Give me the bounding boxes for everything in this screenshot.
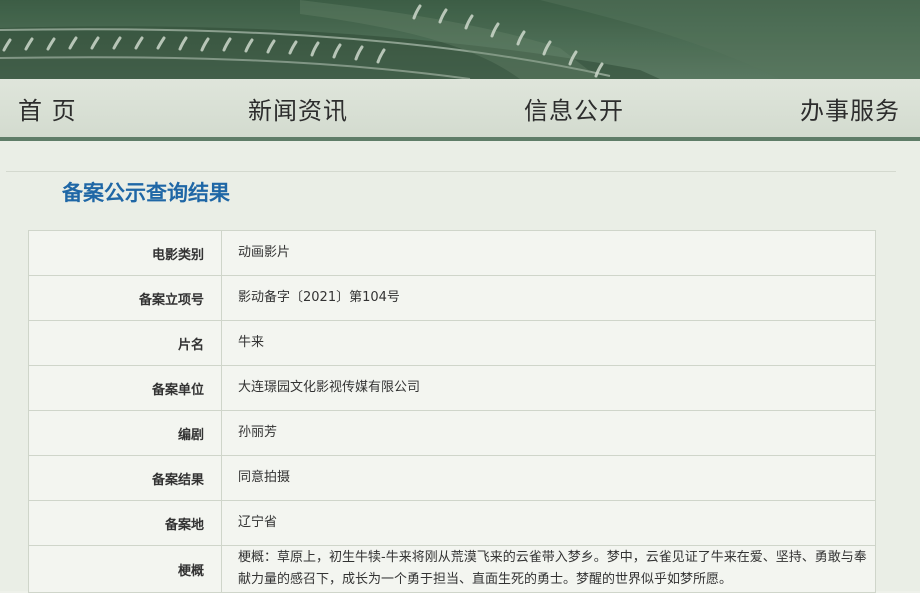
film-strip-decoration [0, 0, 920, 79]
nav-item-home[interactable]: 首 页 [18, 91, 77, 126]
section-divider [6, 171, 896, 172]
nav-item-news[interactable]: 新闻资讯 [248, 91, 348, 126]
field-label-registration-no: 备案立项号 [28, 275, 222, 321]
field-label-category: 电影类别 [28, 230, 222, 276]
field-label-screenwriter: 编剧 [28, 410, 222, 456]
table-row: 备案立项号 影动备字〔2021〕第104号 [28, 275, 876, 321]
table-row: 备案结果 同意拍摄 [28, 455, 876, 501]
main-nav: 首 页 新闻资讯 信息公开 办事服务 [0, 79, 920, 141]
field-value-category: 动画影片 [221, 230, 876, 276]
record-table: 电影类别 动画影片 备案立项号 影动备字〔2021〕第104号 片名 牛来 备案… [28, 230, 876, 593]
field-value-registration-no: 影动备字〔2021〕第104号 [221, 275, 876, 321]
field-value-screenwriter: 孙丽芳 [221, 410, 876, 456]
field-value-synopsis: 梗概：草原上，初生牛犊-牛来将刚从荒漠飞来的云雀带入梦乡。梦中，云雀见证了牛来在… [221, 545, 876, 593]
table-row: 片名 牛来 [28, 320, 876, 366]
table-row: 备案地 辽宁省 [28, 500, 876, 546]
field-label-synopsis: 梗概 [28, 545, 222, 593]
field-label-result: 备案结果 [28, 455, 222, 501]
nav-item-services[interactable]: 办事服务 [800, 91, 900, 126]
field-label-location: 备案地 [28, 500, 222, 546]
header-banner [0, 0, 920, 79]
table-row: 编剧 孙丽芳 [28, 410, 876, 456]
table-row: 电影类别 动画影片 [28, 230, 876, 276]
field-value-location: 辽宁省 [221, 500, 876, 546]
field-value-result: 同意拍摄 [221, 455, 876, 501]
main-content: 备案公示查询结果 电影类别 动画影片 备案立项号 影动备字〔2021〕第104号… [0, 141, 920, 593]
page-title: 备案公示查询结果 [62, 181, 230, 205]
field-value-film-title: 牛来 [221, 320, 876, 366]
table-row: 备案单位 大连璟园文化影视传媒有限公司 [28, 365, 876, 411]
field-label-company: 备案单位 [28, 365, 222, 411]
field-value-company: 大连璟园文化影视传媒有限公司 [221, 365, 876, 411]
table-row: 梗概 梗概：草原上，初生牛犊-牛来将刚从荒漠飞来的云雀带入梦乡。梦中，云雀见证了… [28, 545, 876, 593]
field-label-film-title: 片名 [28, 320, 222, 366]
nav-item-info[interactable]: 信息公开 [524, 91, 624, 126]
